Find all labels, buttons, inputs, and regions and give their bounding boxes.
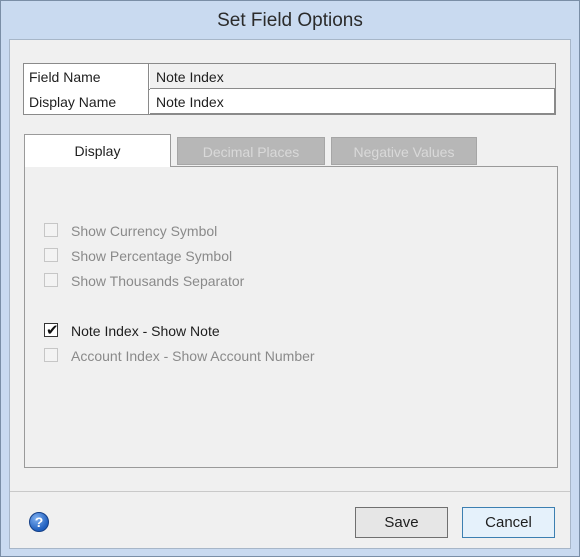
display-tab-panel: Show Currency Symbol Show Percentage Sym…: [24, 166, 558, 468]
checkbox-box[interactable]: [44, 223, 58, 237]
checkbox-box[interactable]: [44, 348, 58, 362]
options-tabs: Display Decimal Places Negative Values S…: [23, 134, 558, 469]
checkbox-label: Show Currency Symbol: [71, 223, 218, 239]
display-name-row: Display Name Note Index: [24, 88, 555, 114]
field-name-value: Note Index: [150, 64, 555, 89]
save-button[interactable]: Save: [355, 507, 448, 538]
field-name-row: Field Name Note Index: [24, 64, 555, 90]
tab-decimal-places[interactable]: Decimal Places: [177, 137, 325, 165]
tab-display[interactable]: Display: [24, 134, 171, 167]
dialog-title: Set Field Options: [1, 1, 579, 39]
set-field-options-dialog: Set Field Options Field Name Note Index …: [0, 0, 580, 557]
tab-negative-values[interactable]: Negative Values: [331, 137, 477, 165]
checkbox-label: Show Percentage Symbol: [71, 248, 233, 264]
field-name-label: Field Name: [24, 64, 149, 89]
field-properties-grid: Field Name Note Index Display Name Note …: [23, 63, 556, 115]
checkbox-label: Show Thousands Separator: [71, 273, 245, 289]
display-name-input[interactable]: Note Index: [150, 88, 555, 114]
footer-divider: [10, 491, 570, 492]
display-name-label: Display Name: [24, 89, 149, 114]
dialog-body: Field Name Note Index Display Name Note …: [9, 39, 571, 549]
checkbox-label: Note Index - Show Note: [71, 323, 220, 339]
checkbox-box[interactable]: [44, 248, 58, 262]
cancel-button[interactable]: Cancel: [462, 507, 555, 538]
checkbox-box[interactable]: ✔: [44, 321, 59, 339]
question-mark-icon[interactable]: ?: [29, 512, 49, 532]
checkmark-icon: ✔: [46, 321, 59, 339]
checkbox-label: Account Index - Show Account Number: [71, 348, 315, 364]
checkbox-box[interactable]: [44, 273, 58, 287]
